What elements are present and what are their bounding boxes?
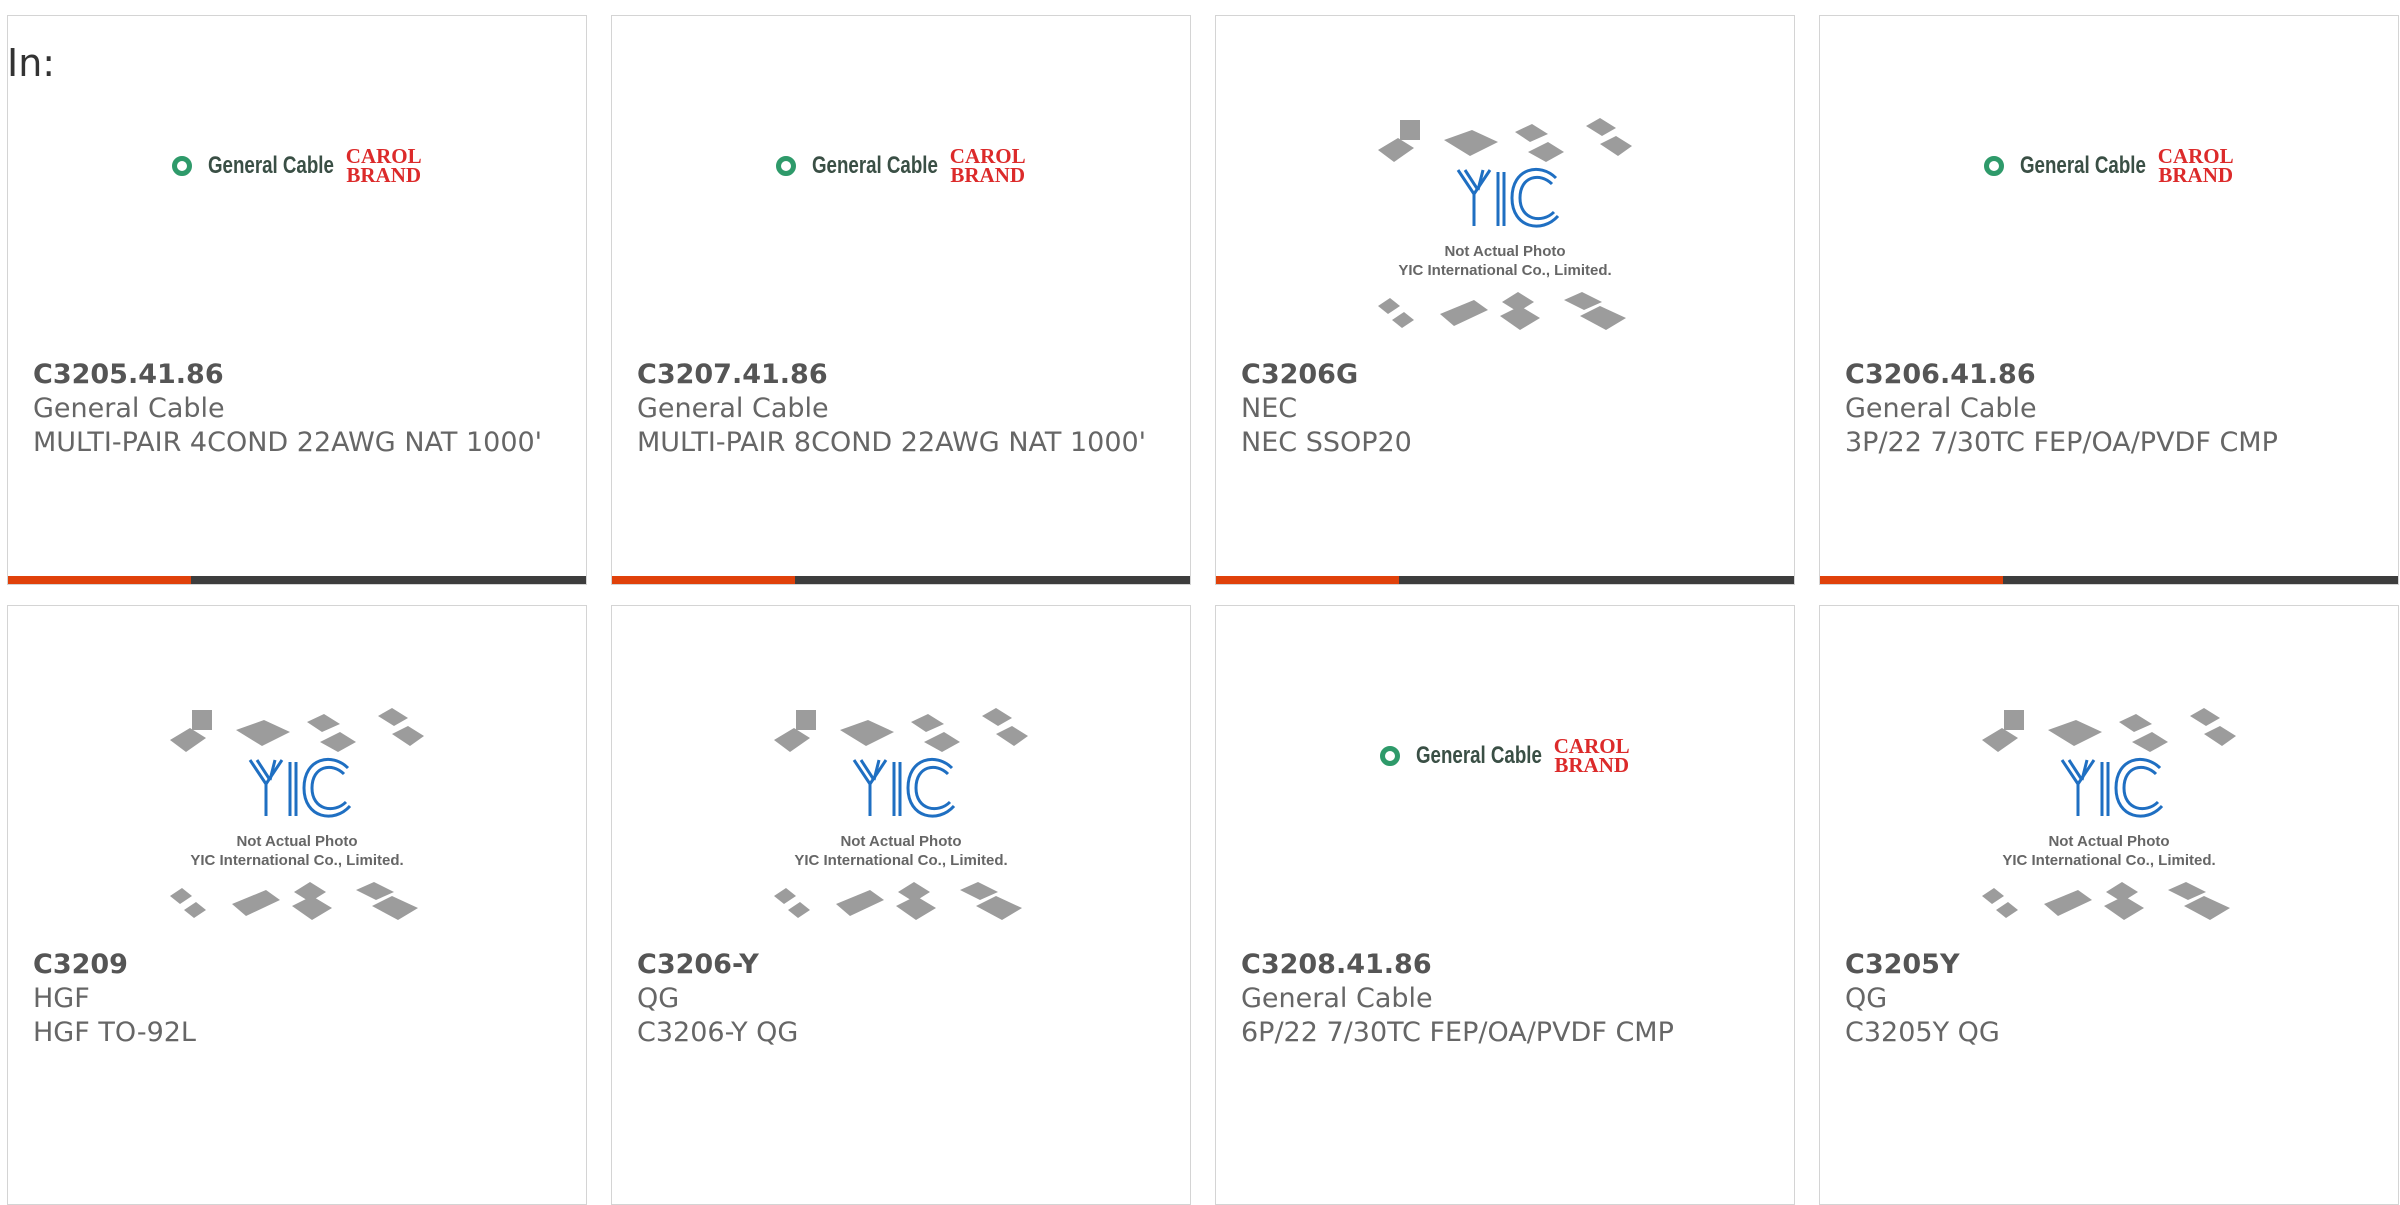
general-cable-shield-icon (1984, 156, 2005, 176)
manufacturer: NEC (1241, 393, 1298, 424)
product-card[interactable]: General Cable CAROL BRAND C3208.41.86 Gen… (1215, 605, 1795, 1205)
svg-text:YIC International Co., Limited: YIC International Co., Limited. (1398, 262, 1611, 279)
manufacturer: General Cable (33, 393, 225, 424)
manufacturer: General Cable (1845, 393, 2037, 424)
yic-placeholder-image: Not Actual Photo YIC International Co., … (1378, 118, 1632, 330)
product-grid: General Cable CAROL BRAND C3205.41.86 Gen… (7, 15, 2399, 1205)
product-image: General Cable CAROL BRAND (612, 76, 1190, 376)
carol-brand-logo: CAROL BRAND (1553, 734, 1630, 777)
manufacturer: General Cable (1241, 983, 1433, 1014)
general-cable-logo: General Cable CAROL BRAND (776, 144, 1026, 187)
product-image: Not Actual Photo YIC International Co., … (612, 666, 1190, 966)
product-image: Not Actual Photo YIC International Co., … (1216, 76, 1794, 376)
general-cable-shield-icon (172, 156, 193, 176)
carol-brand-logo: CAROL BRAND (345, 144, 422, 187)
description: C3205Y QG (1845, 1017, 2000, 1048)
manufacturer: QG (1845, 983, 1888, 1014)
general-cable-logo: General Cable CAROL BRAND (1380, 734, 1630, 777)
description: MULTI-PAIR 4COND 22AWG NAT 1000' (33, 427, 543, 458)
description: MULTI-PAIR 8COND 22AWG NAT 1000' (637, 427, 1147, 458)
card-accent-bar (1216, 576, 1794, 584)
product-card[interactable]: General Cable CAROL BRAND C3207.41.86 Gen… (611, 15, 1191, 585)
description: 3P/22 7/30TC FEP/OA/PVDF CMP (1845, 427, 2278, 458)
product-card[interactable]: Not Actual Photo YIC International Co., … (1819, 605, 2399, 1205)
product-card[interactable]: General Cable CAROL BRAND C3206.41.86 Gen… (1819, 15, 2399, 585)
general-cable-shield-icon (776, 156, 797, 176)
card-accent-bar (1820, 576, 2398, 584)
description: 6P/22 7/30TC FEP/OA/PVDF CMP (1241, 1017, 1674, 1048)
product-card[interactable]: Not Actual Photo YIC International Co., … (611, 605, 1191, 1205)
svg-text:Not Actual Photo: Not Actual Photo (840, 833, 961, 850)
manufacturer: QG (637, 983, 680, 1014)
part-number-link[interactable]: C3209 (33, 948, 566, 982)
yic-placeholder-image: Not Actual Photo YIC International Co., … (170, 708, 424, 920)
yic-placeholder-image: Not Actual Photo YIC International Co., … (1982, 708, 2236, 920)
svg-text:YIC International Co., Limited: YIC International Co., Limited. (2002, 852, 2215, 869)
svg-text:YIC International Co., Limited: YIC International Co., Limited. (190, 852, 403, 869)
product-image: Not Actual Photo YIC International Co., … (8, 666, 586, 966)
description: C3206-Y QG (637, 1017, 799, 1048)
part-number-link[interactable]: C3207.41.86 (637, 358, 1170, 392)
description: NEC SSOP20 (1241, 427, 1412, 458)
svg-text:Not Actual Photo: Not Actual Photo (1444, 243, 1565, 260)
part-number-link[interactable]: C3206-Y (637, 948, 1170, 982)
card-accent-bar (8, 576, 586, 584)
part-number-link[interactable]: C3208.41.86 (1241, 948, 1774, 982)
general-cable-logo: General Cable CAROL BRAND (172, 144, 422, 187)
product-image: General Cable CAROL BRAND (1216, 666, 1794, 966)
product-card[interactable]: General Cable CAROL BRAND C3205.41.86 Gen… (7, 15, 587, 585)
part-number-link[interactable]: C3206.41.86 (1845, 358, 2378, 392)
filter-in-label: In: (7, 41, 56, 85)
part-number-link[interactable]: C3206G (1241, 358, 1774, 392)
card-accent-bar (612, 576, 1190, 584)
product-image: Not Actual Photo YIC International Co., … (1820, 666, 2398, 966)
carol-brand-logo: CAROL BRAND (2157, 144, 2234, 187)
svg-text:Not Actual Photo: Not Actual Photo (2048, 833, 2169, 850)
product-card[interactable]: Not Actual Photo YIC International Co., … (7, 605, 587, 1205)
product-image: General Cable CAROL BRAND (1820, 76, 2398, 376)
yic-placeholder-image: Not Actual Photo YIC International Co., … (774, 708, 1028, 920)
carol-brand-logo: CAROL BRAND (949, 144, 1026, 187)
part-number-link[interactable]: C3205.41.86 (33, 358, 566, 392)
description: HGF TO-92L (33, 1017, 196, 1048)
manufacturer: General Cable (637, 393, 829, 424)
product-image: General Cable CAROL BRAND (8, 76, 586, 376)
general-cable-logo: General Cable CAROL BRAND (1984, 144, 2234, 187)
product-card[interactable]: Not Actual Photo YIC International Co., … (1215, 15, 1795, 585)
svg-text:Not Actual Photo: Not Actual Photo (236, 833, 357, 850)
manufacturer: HGF (33, 983, 90, 1014)
part-number-link[interactable]: C3205Y (1845, 948, 2378, 982)
general-cable-shield-icon (1380, 746, 1401, 766)
svg-text:YIC International Co., Limited: YIC International Co., Limited. (794, 852, 1007, 869)
